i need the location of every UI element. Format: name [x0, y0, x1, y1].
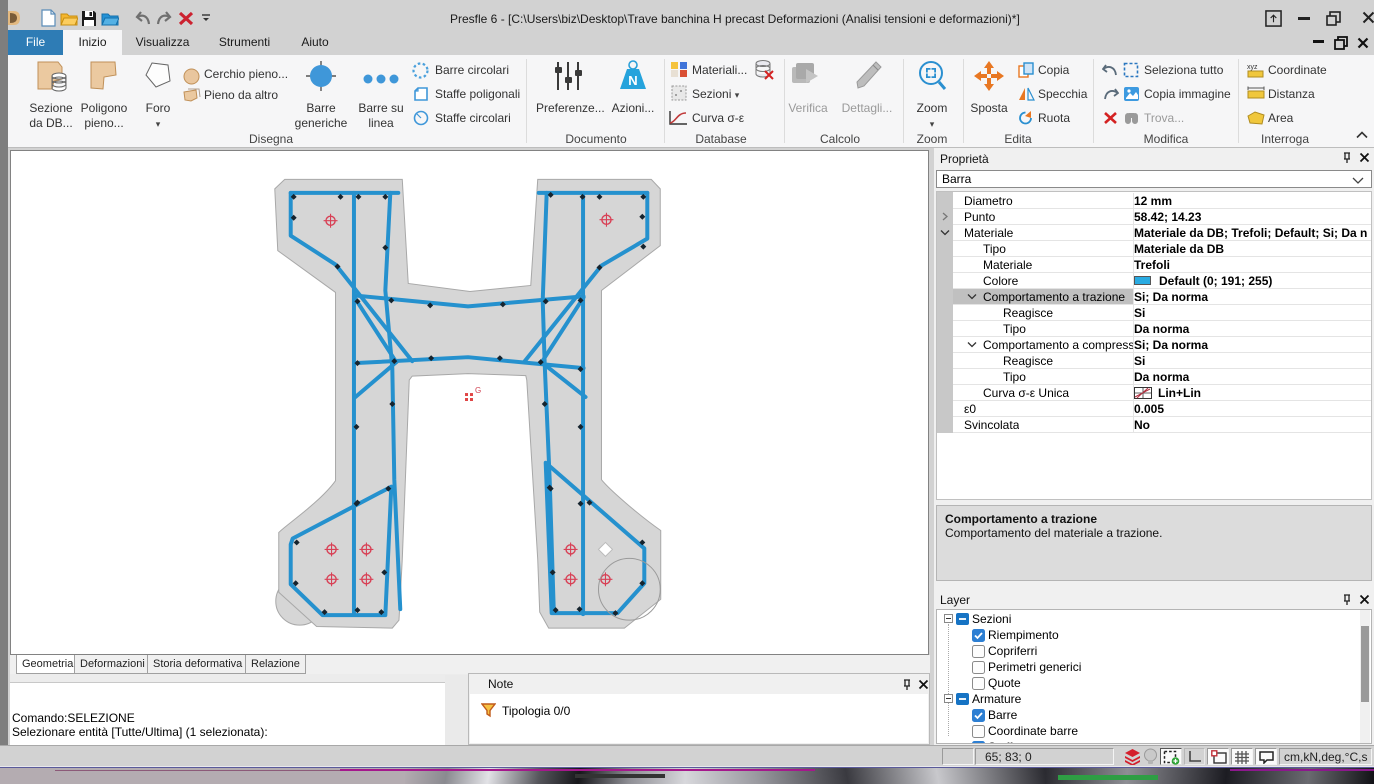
svg-text:xyz: xyz [1247, 64, 1258, 71]
svg-text:G: G [475, 386, 481, 395]
svg-text:N: N [628, 73, 637, 88]
